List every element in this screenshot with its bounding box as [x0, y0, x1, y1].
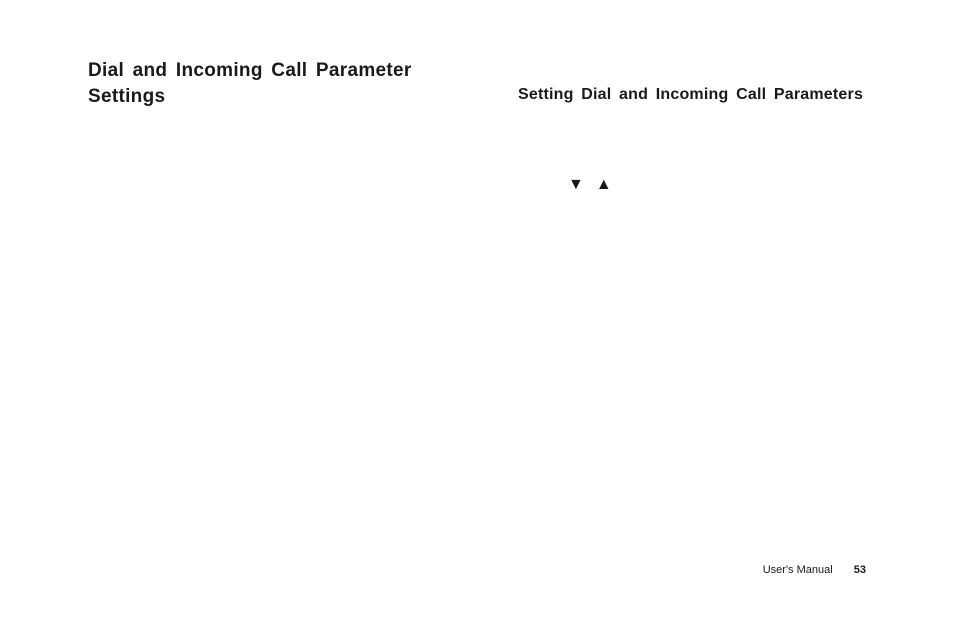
right-column: Setting Dial and Incoming Call Parameter… — [518, 58, 866, 194]
two-column-layout: Dial and Incoming Call Parameter Setting… — [88, 58, 866, 194]
page-footer: User's Manual 53 — [763, 564, 866, 576]
arrow-icons-row: ▼ ▲ — [518, 176, 866, 194]
manual-page: Dial and Incoming Call Parameter Setting… — [0, 0, 954, 618]
footer-label: User's Manual — [763, 564, 833, 576]
down-triangle-icon: ▼ — [568, 176, 584, 194]
section-title: Dial and Incoming Call Parameter Setting… — [88, 58, 478, 109]
footer-page-number: 53 — [854, 564, 866, 576]
left-column: Dial and Incoming Call Parameter Setting… — [88, 58, 478, 194]
sub-section-title: Setting Dial and Incoming Call Parameter… — [518, 86, 866, 104]
up-triangle-icon: ▲ — [596, 176, 612, 194]
